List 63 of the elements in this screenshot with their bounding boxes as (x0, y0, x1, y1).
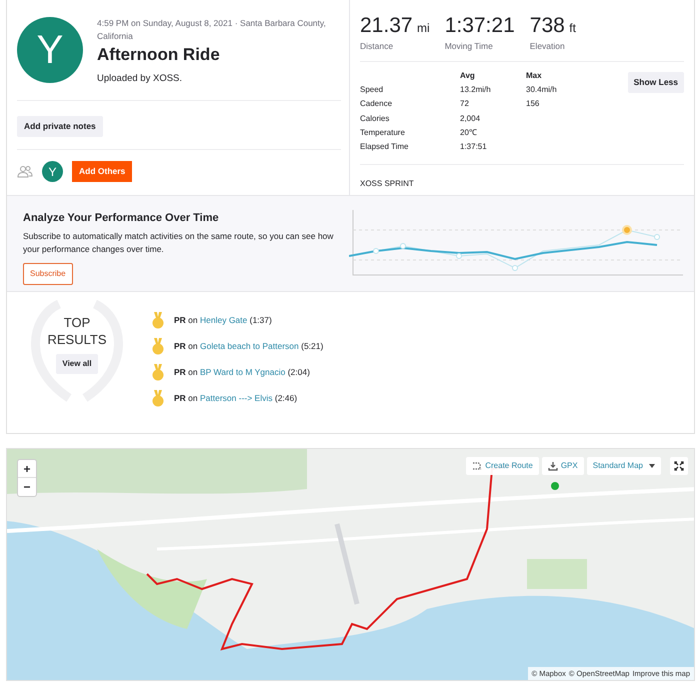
segment-link[interactable]: BP Ward to M Ygnacio (200, 367, 286, 378)
data-point (512, 265, 518, 271)
device-name: XOSS SPRINT (360, 178, 415, 190)
achievement-text: PR on BP Ward to M Ygnacio (2:04) (174, 366, 310, 379)
stat-value: 738 ft (530, 14, 576, 39)
view-all-button[interactable]: View all (56, 354, 98, 374)
data-point (373, 248, 379, 254)
medal-icon (152, 312, 164, 329)
segment-link[interactable]: Patterson ---> Elvis (200, 393, 273, 404)
download-icon (548, 461, 558, 471)
achievement-text: PR on Patterson ---> Elvis (2:46) (174, 392, 298, 405)
stat-name: Cadence (360, 98, 394, 110)
section-title: Analyze Your Performance Over Time (23, 211, 220, 226)
add-others-button[interactable]: Add Others (72, 161, 132, 182)
medal-icon (152, 390, 164, 407)
zoom-out-button[interactable]: − (18, 478, 36, 496)
data-point (654, 234, 660, 240)
route-icon (472, 461, 482, 471)
map-button[interactable]: Create Route (466, 457, 539, 475)
medal-icon (152, 364, 164, 381)
fullscreen-icon (674, 461, 684, 471)
stat-value: 1:37:21 (444, 14, 515, 39)
stat-value: 21.37 mi (360, 14, 430, 39)
activity-date-location: 4:59 PM on Sunday, August 8, 2021 · Santa Barbara County, California (97, 17, 327, 43)
top-results-title: TOP RESULTS (46, 314, 108, 348)
table-cell-text: 1:37:51 (460, 141, 488, 154)
stat-name: Temperature (360, 126, 406, 139)
table-cell-text: 156 (526, 98, 540, 110)
zoom-in-button[interactable]: + (18, 460, 36, 478)
group-icon (17, 165, 33, 178)
column-header: Avg (460, 70, 476, 82)
uploader-text: Uploaded by XOSS. (97, 72, 184, 86)
stat-name: Calories (360, 112, 390, 125)
activity-title: Afternoon Ride (97, 44, 221, 66)
table-cell-text: 30.4mi/h (526, 84, 558, 96)
data-point (456, 253, 462, 259)
table-cell-text: 72 (460, 98, 470, 110)
stat-name: Speed (360, 84, 384, 96)
table-cell-text: 20℃ (460, 126, 478, 139)
add-notes-button[interactable]: Add private notes (17, 116, 103, 137)
subscribe-button[interactable]: Subscribe (23, 262, 73, 284)
medal-icon (152, 338, 164, 355)
stat-label: Distance (360, 40, 394, 53)
table-cell-text: 13.2mi/h (460, 84, 492, 96)
stat-label: Moving Time (444, 40, 494, 53)
segment-link[interactable]: Henley Gate (200, 315, 248, 326)
participant-avatar: Y (42, 161, 63, 182)
fullscreen-button[interactable] (670, 457, 688, 475)
avatar: Y (17, 17, 83, 83)
map-button[interactable]: GPX (542, 457, 584, 475)
segment-link[interactable]: Goleta beach to Patterson (200, 341, 299, 352)
section-description: Subscribe to automatically match activities on the same route, so you can see how your performance changes over time. (23, 230, 334, 256)
achievement-text: PR on Goleta beach to Patterson (5:21) (174, 340, 324, 353)
map-style-dropdown[interactable]: Standard Map (586, 457, 661, 475)
show-less-button[interactable]: Show Less (628, 72, 684, 92)
data-point (400, 243, 406, 249)
stat-name: Elapsed Time (360, 141, 410, 154)
achievement-text: PR on Henley Gate (1:37) (174, 314, 272, 327)
table-cell-text: 2,004 (460, 112, 482, 125)
stat-label: Elevation (530, 40, 566, 53)
caret-icon (649, 464, 655, 468)
column-header: Max (526, 70, 543, 82)
highlighted-point (622, 225, 632, 235)
